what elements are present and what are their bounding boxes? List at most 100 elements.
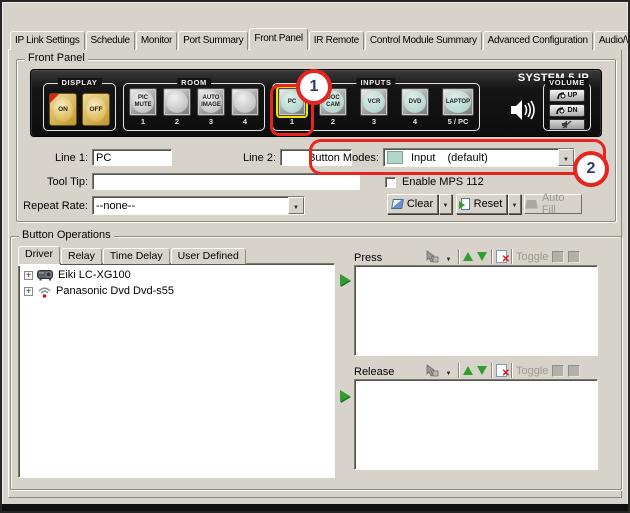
clear-dropdown-button[interactable] [439, 194, 452, 214]
room-button-group: ROOM PIC MUTE 1 2 AUTO IMAGE 3 4 [123, 83, 265, 131]
toggle-state-2-button[interactable] [568, 365, 580, 377]
macro-dropdown-icon[interactable] [443, 249, 454, 264]
tree-item-label: Eiki LC-XG100 [58, 269, 131, 281]
room-button-2[interactable]: 2 [163, 88, 191, 130]
driver-tree[interactable]: Eiki LC-XG100 Panasonic Dvd Dvd-s55 [18, 263, 335, 478]
input-button-pc-selected[interactable]: PC 1 1 [278, 88, 306, 130]
room-group-label: ROOM [177, 78, 211, 87]
toggle-label: Toggle [516, 251, 548, 263]
operations-tab-bar: Driver Relay Time Delay User Defined [18, 246, 247, 264]
tree-item-label: Panasonic Dvd Dvd-s55 [56, 285, 174, 297]
volume-group-label: VOLUME [545, 78, 589, 87]
move-down-icon[interactable] [477, 252, 487, 261]
input-button-doc-cam[interactable]: DOC CAM 2 [319, 88, 347, 130]
reset-icon [461, 198, 470, 210]
add-to-press-arrow-icon[interactable] [340, 274, 350, 286]
tab-audio[interactable]: Audio/\ [594, 31, 630, 50]
button-operations-group-label: Button Operations [19, 229, 114, 241]
move-up-icon[interactable] [463, 252, 473, 261]
room-button-1[interactable]: PIC MUTE 1 [129, 88, 157, 130]
repeat-rate-value: --none-- [96, 200, 135, 212]
clear-button[interactable]: Clear [387, 194, 438, 214]
room-button-3[interactable]: AUTO IMAGE 3 [197, 88, 225, 130]
dropdown-arrow-icon[interactable] [558, 149, 574, 166]
tab-schedule[interactable]: Schedule [86, 31, 135, 50]
tooltip-input[interactable] [92, 173, 360, 190]
enable-mps-label: Enable MPS 112 [402, 176, 512, 188]
tree-item-eiki[interactable]: Eiki LC-XG100 [21, 267, 332, 283]
press-operations-list[interactable] [354, 265, 598, 356]
mute-icon [561, 120, 573, 129]
device-front-panel-image: SYSTEM 5 IP DISPLAY ON OFF ROOM PIC MUTE… [30, 69, 602, 137]
speaker-icon [509, 97, 536, 123]
tab-advanced-configuration[interactable]: Advanced Configuration [483, 31, 593, 50]
auto-fill-button[interactable]: Auto Fill [524, 194, 582, 214]
button-modes-select[interactable]: Input (default) [383, 148, 575, 167]
move-down-icon[interactable] [477, 366, 487, 375]
line1-label: Line 1: [22, 152, 88, 164]
add-to-release-arrow-icon[interactable] [340, 390, 350, 402]
volume-down-button[interactable]: DN [549, 104, 585, 117]
release-toolbar: Toggle [424, 362, 580, 379]
display-on-button[interactable]: ON [49, 93, 77, 126]
tab-control-module-summary[interactable]: Control Module Summary [365, 31, 482, 50]
volume-mute-button[interactable] [549, 119, 585, 130]
inputs-group-label: INPUTS [356, 78, 395, 87]
display-group-label: DISPLAY [57, 78, 101, 87]
delete-operation-icon[interactable] [496, 250, 507, 263]
line2-label: Line 2: [198, 152, 276, 164]
macro-dropdown-icon[interactable] [443, 363, 454, 378]
ir-emitter-icon [37, 285, 52, 298]
macro-icon[interactable] [424, 250, 439, 263]
button-modes-value: Input [411, 152, 435, 164]
enable-mps-checkbox[interactable] [385, 177, 396, 188]
mode-color-swatch [387, 151, 403, 164]
expand-plus-icon[interactable] [24, 271, 33, 280]
display-off-button[interactable]: OFF [82, 93, 110, 126]
handset-icon [557, 91, 566, 100]
button-modes-suffix: (default) [447, 152, 487, 164]
input-button-laptop[interactable]: LAPTOP 5 / PC [442, 88, 474, 130]
tab-front-panel[interactable]: Front Panel [249, 28, 307, 50]
app-window: IP Link Settings Schedule Monitor Port S… [0, 0, 630, 513]
button-modes-label: Button Modes: [299, 152, 379, 164]
room-button-4[interactable]: 4 [231, 88, 259, 130]
tab-time-delay[interactable]: Time Delay [103, 248, 170, 264]
handset-icon [556, 106, 565, 115]
tab-ir-remote[interactable]: IR Remote [309, 31, 364, 50]
input-button-dvd[interactable]: DVD 4 [401, 88, 429, 130]
press-toolbar: Toggle [424, 248, 580, 265]
tab-driver[interactable]: Driver [18, 246, 60, 264]
expand-plus-icon[interactable] [24, 287, 33, 296]
tab-port-summary[interactable]: Port Summary [178, 31, 248, 50]
clear-icon [391, 199, 404, 209]
dropdown-arrow-icon[interactable] [288, 197, 304, 214]
toggle-state-2-button[interactable] [568, 251, 580, 263]
tree-item-panasonic[interactable]: Panasonic Dvd Dvd-s55 [21, 283, 332, 299]
inputs-button-group: INPUTS PC 1 1 DOC CAM 2 VCR 3 DVD 4 [272, 83, 480, 131]
release-label: Release [354, 366, 394, 378]
release-operations-list[interactable] [354, 379, 598, 470]
input-button-vcr[interactable]: VCR 3 [360, 88, 388, 130]
volume-up-button[interactable]: UP [549, 89, 585, 102]
window-bottom-edge [2, 504, 628, 511]
move-up-icon[interactable] [463, 366, 473, 375]
line1-input[interactable] [92, 149, 172, 166]
macro-icon[interactable] [424, 364, 439, 377]
volume-button-group: VOLUME UP DN [543, 83, 591, 131]
repeat-rate-select[interactable]: --none-- [92, 196, 305, 215]
tab-relay[interactable]: Relay [61, 248, 102, 264]
projector-icon [37, 269, 54, 281]
display-button-group: DISPLAY ON OFF [43, 83, 116, 131]
toggle-state-1-button[interactable] [552, 251, 564, 263]
toggle-state-1-button[interactable] [552, 365, 564, 377]
main-tab-bar: IP Link Settings Schedule Monitor Port S… [10, 28, 630, 50]
auto-fill-icon [525, 200, 538, 209]
tab-ip-link-settings[interactable]: IP Link Settings [10, 31, 85, 50]
reset-dropdown-button[interactable] [508, 194, 521, 214]
tab-monitor[interactable]: Monitor [136, 31, 177, 50]
reset-button[interactable]: Reset [456, 194, 507, 214]
repeat-rate-label: Repeat Rate: [8, 200, 88, 212]
tab-user-defined[interactable]: User Defined [171, 248, 246, 264]
delete-operation-icon[interactable] [496, 364, 507, 377]
